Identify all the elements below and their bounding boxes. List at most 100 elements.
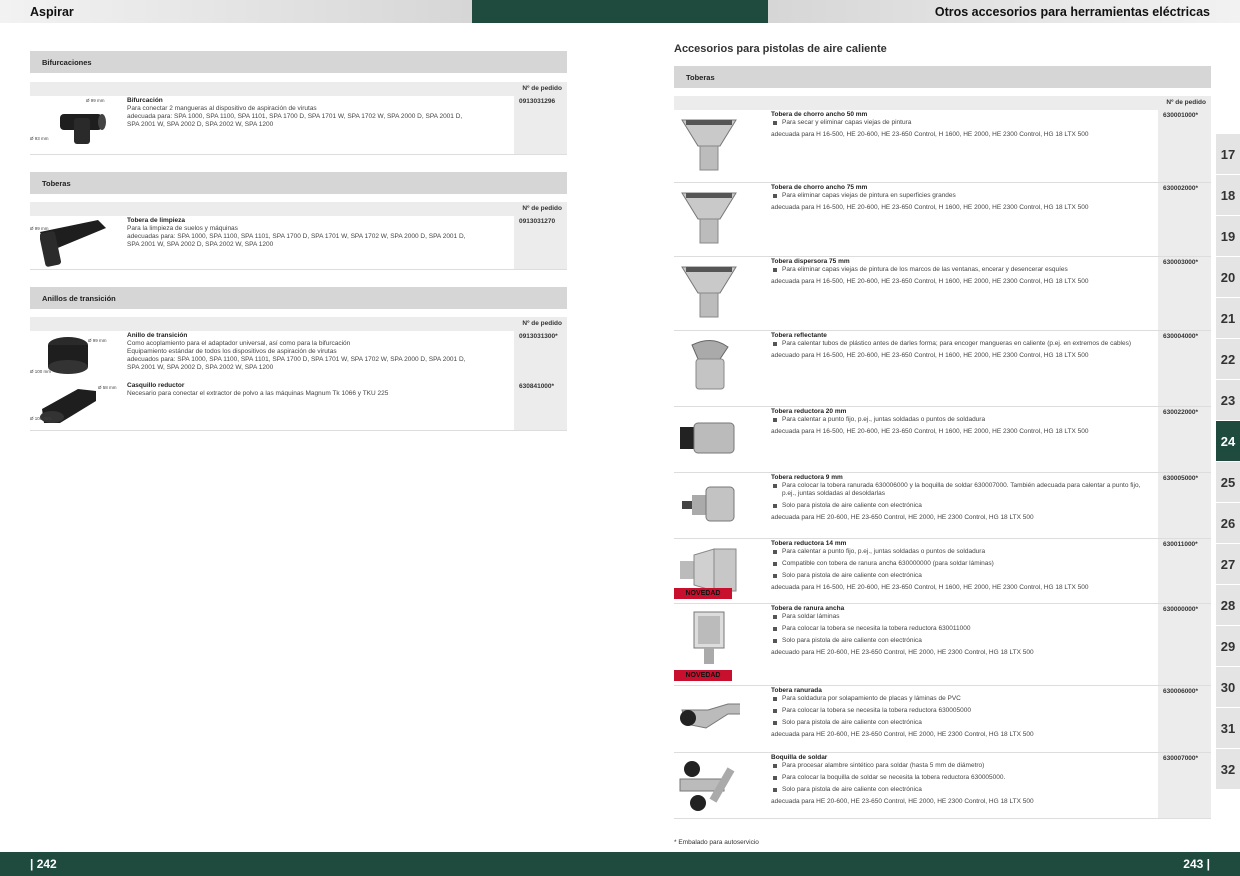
- order-number: 630011000*: [1158, 539, 1211, 603]
- product-name: Tobera reflectante: [771, 332, 827, 339]
- product-feature: Para colocar la tobera ranurada 63000600…: [771, 482, 1146, 498]
- order-header: Nº de pedido: [522, 320, 562, 327]
- welding-nozzle-icon: [679, 761, 735, 811]
- chapter-tab[interactable]: 27: [1216, 544, 1240, 585]
- product-compat: adecuada para H 16-500, HE 20-600, HE 23…: [771, 204, 1089, 211]
- product-image: [48, 337, 88, 374]
- product-text: Tobera reductora 9 mm Para colocar la tob…: [771, 474, 1146, 522]
- chapter-tab[interactable]: 29: [1216, 626, 1240, 667]
- product-text: Boquilla de soldar Para procesar alambre …: [771, 754, 1146, 806]
- table-header: Nº de pedido: [674, 96, 1211, 110]
- order-header: Nº de pedido: [1166, 99, 1206, 106]
- product-feature: Solo para pistola de aire caliente con e…: [771, 637, 1146, 645]
- product-desc: Para conectar 2 mangueras al dispositivo…: [127, 105, 317, 112]
- product-row: Tobera reductora 9 mm Para colocar la tob…: [674, 473, 1211, 539]
- order-number: 630022000*: [1158, 407, 1211, 472]
- chapter-tab[interactable]: 18: [1216, 175, 1240, 216]
- product-name: Tobera dispersora 75 mm: [771, 258, 850, 265]
- order-number: 630006000*: [1158, 686, 1211, 752]
- section-title: Toberas: [42, 178, 71, 188]
- product-row: Ø 99 mm Tobera de limpieza Para la limpi…: [30, 216, 567, 270]
- product-compat: adecuada para H 16-500, HE 20-600, HE 23…: [771, 131, 1089, 138]
- product-name: Tobera de chorro ancho 75 mm: [771, 184, 868, 191]
- chapter-tab[interactable]: 25: [1216, 462, 1240, 503]
- product-compat: adecuada para H 16-500, HE 20-600, HE 23…: [771, 584, 1089, 591]
- product-name: Tobera reductora 14 mm: [771, 540, 847, 547]
- wide-nozzle-icon: [681, 119, 737, 171]
- product-text: Tobera de limpieza Para la limpieza de s…: [127, 217, 507, 249]
- chapter-tab[interactable]: 23: [1216, 380, 1240, 421]
- product-feature: Para calentar a punto fijo, p.ej., junta…: [771, 548, 1146, 556]
- chapter-tab[interactable]: 30: [1216, 667, 1240, 708]
- header-band: [472, 0, 768, 23]
- section-title-right: Otros accesorios para herramientas eléct…: [934, 4, 1210, 19]
- dimension-label: Ø 99 mm: [30, 226, 49, 231]
- product-desc: SPA 2001 W, SPA 2002 D, SPA 2002 W, SPA …: [127, 121, 274, 128]
- chapter-tab[interactable]: 19: [1216, 216, 1240, 257]
- chapter-tab[interactable]: 31: [1216, 708, 1240, 749]
- product-name: Bifurcación: [127, 97, 163, 104]
- chapter-tab[interactable]: 26: [1216, 503, 1240, 544]
- product-desc: Como acoplamiento para el adaptador univ…: [127, 340, 351, 347]
- product-name: Tobera reductora 20 mm: [771, 408, 847, 415]
- chapter-tab[interactable]: 17: [1216, 134, 1240, 175]
- product-compat: adecuado para H 16-500, HE 20-600, HE 23…: [771, 352, 1089, 359]
- product-desc: Para la limpieza de suelos y máquinas: [127, 225, 238, 232]
- novedad-badge: NOVEDAD: [674, 588, 732, 599]
- slotted-nozzle-icon: [680, 703, 740, 729]
- dimension-label: Ø 99 mm: [88, 338, 107, 343]
- wide-nozzle-icon: [681, 192, 737, 244]
- order-number: 630000000*: [1158, 604, 1211, 685]
- product-name: Tobera de ranura ancha: [771, 605, 845, 612]
- chapter-tab[interactable]: 21: [1216, 298, 1240, 339]
- product-list: Tobera de chorro ancho 50 mm Para secar y…: [674, 110, 1211, 819]
- section-toberas-right: Toberas: [674, 66, 1211, 88]
- section-title: Toberas: [686, 72, 715, 82]
- header-left: Aspirar: [0, 0, 472, 23]
- chapter-tab[interactable]: 28: [1216, 585, 1240, 626]
- header-right: Otros accesorios para herramientas eléct…: [768, 0, 1240, 23]
- product-row: Tobera de chorro ancho 50 mm Para secar y…: [674, 110, 1211, 183]
- product-row: Tobera reductora 20 mm Para calentar a pu…: [674, 407, 1211, 473]
- product-compat: adecuada para HE 20-600, HE 23-650 Contr…: [771, 798, 1034, 805]
- order-header: Nº de pedido: [522, 85, 562, 92]
- product-feature: Para colocar la tobera se necesita la to…: [771, 707, 1146, 715]
- wide-nozzle-icon: [681, 266, 737, 318]
- product-compat: adecuada para HE 20-600, HE 23-650 Contr…: [771, 731, 1034, 738]
- table-header: Nº de pedido: [30, 202, 567, 216]
- product-row: Tobera dispersora 75 mm Para eliminar cap…: [674, 257, 1211, 331]
- product-text: Tobera dispersora 75 mm Para eliminar cap…: [771, 258, 1146, 286]
- product-compat: adecuada para H 16-500, HE 20-600, HE 23…: [771, 278, 1089, 285]
- product-text: Tobera de chorro ancho 75 mm Para elimina…: [771, 184, 1146, 212]
- section-title: Anillos de transición: [42, 293, 116, 303]
- product-feature: Para soldadura por solapamiento de placa…: [771, 695, 1146, 703]
- slot-nozzle-icon: [693, 611, 725, 664]
- chapter-tab[interactable]: 20: [1216, 257, 1240, 298]
- product-row: Ø 99 mm Ø 100 mm Anillo de transición Co…: [30, 331, 567, 381]
- product-compat: adecuada para HE 20-600, HE 23-650 Contr…: [771, 514, 1034, 521]
- order-number: 0913031300*: [514, 331, 567, 381]
- product-name: Boquilla de soldar: [771, 754, 828, 761]
- dimension-label: Ø 100 mm: [30, 369, 52, 374]
- product-feature: Solo para pistola de aire caliente con e…: [771, 719, 1146, 727]
- product-feature: Para eliminar capas viejas de pintura en…: [771, 192, 1146, 200]
- chapter-tab[interactable]: 32: [1216, 749, 1240, 790]
- order-number: 630005000*: [1158, 473, 1211, 538]
- product-feature: Compatible con tobera de ranura ancha 63…: [771, 560, 1146, 568]
- product-desc: adecuadas para: SPA 1000, SPA 1100, SPA …: [127, 233, 466, 240]
- chapter-tab[interactable]: 22: [1216, 339, 1240, 380]
- left-column: Bifurcaciones Nº de pedido Ø 99 mm Ø 93 …: [30, 51, 567, 431]
- dimension-label: Ø 100 mm: [30, 416, 52, 421]
- order-number: 630001000*: [1158, 110, 1211, 182]
- footnote: * Embalado para autoservicio: [674, 839, 759, 846]
- product-name: Casquillo reductor: [127, 382, 185, 389]
- dimension-label: Ø 58 mm: [98, 385, 117, 390]
- section-title-left: Aspirar: [30, 4, 74, 19]
- chapter-tab[interactable]: 24: [1216, 421, 1240, 462]
- page-number-right: 243 |: [1183, 857, 1210, 871]
- product-desc: adecuados para: SPA 1000, SPA 1100, SPA …: [127, 356, 466, 363]
- product-name: Tobera de limpieza: [127, 217, 186, 224]
- product-text: Tobera reductora 20 mm Para calentar a pu…: [771, 408, 1146, 436]
- novedad-badge: NOVEDAD: [674, 670, 732, 681]
- order-number: 630003000*: [1158, 257, 1211, 330]
